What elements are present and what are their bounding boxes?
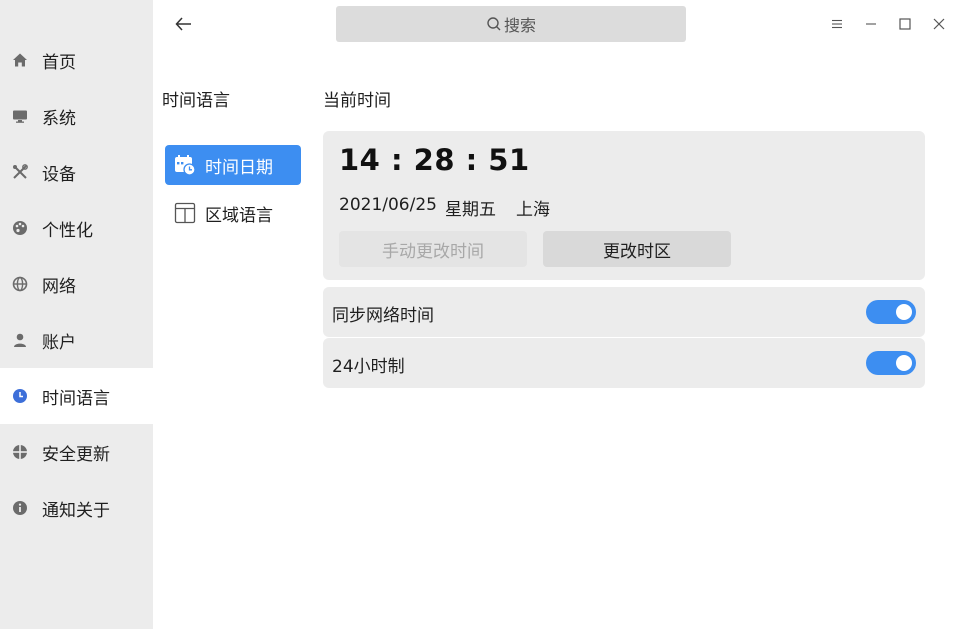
info-icon <box>12 500 28 516</box>
clock-icon <box>12 388 28 404</box>
change-timezone-button[interactable]: 更改时区 <box>543 231 731 267</box>
maximize-button[interactable] <box>895 14 915 34</box>
hamburger-icon <box>832 19 842 29</box>
sidebar-item-label: 系统 <box>42 108 76 129</box>
shield-icon <box>12 444 28 460</box>
toggle-knob <box>896 304 912 320</box>
current-time-card: 14 : 28 : 51 2021/06/25 星期五 上海 手动更改时间 更改… <box>323 131 925 280</box>
region-language-icon <box>174 202 196 224</box>
subnav-item-time-date[interactable]: 时间日期 <box>165 145 301 185</box>
search-icon <box>487 17 501 31</box>
sync-network-time-row: 同步网络时间 <box>323 287 925 337</box>
24-hour-format-toggle[interactable] <box>866 351 916 375</box>
globe-icon <box>12 276 28 292</box>
section-title: 当前时间 <box>323 91 391 111</box>
maximize-icon <box>899 18 911 30</box>
arrow-left-icon <box>175 17 191 31</box>
home-icon <box>12 52 28 68</box>
date-value: 2021/06/25 <box>339 195 437 215</box>
date-row: 2021/06/25 星期五 上海 <box>339 195 558 220</box>
close-button[interactable] <box>929 14 949 34</box>
24-hour-format-row: 24小时制 <box>323 338 925 388</box>
sidebar-item-devices[interactable]: 设备 <box>0 144 153 200</box>
sidebar-item-time-language[interactable]: 时间语言 <box>0 368 153 424</box>
subnav-item-label: 区域语言 <box>205 205 273 226</box>
setting-label: 同步网络时间 <box>332 306 434 326</box>
calendar-clock-icon <box>174 154 196 176</box>
sidebar-item-network[interactable]: 网络 <box>0 256 153 312</box>
minimize-icon <box>866 23 876 25</box>
subnav-title: 时间语言 <box>162 91 230 111</box>
subnav-item-label: 时间日期 <box>205 157 273 178</box>
user-icon <box>12 332 28 348</box>
timezone-city: 上海 <box>515 200 550 220</box>
search-placeholder: 搜索 <box>503 16 536 35</box>
tools-icon <box>12 164 28 180</box>
weekday-value: 星期五 <box>444 200 496 220</box>
sidebar-item-label: 网络 <box>42 276 76 297</box>
sidebar-item-notification-about[interactable]: 通知关于 <box>0 480 153 536</box>
minimize-button[interactable] <box>861 14 881 34</box>
palette-icon <box>12 220 28 236</box>
back-button[interactable] <box>171 12 197 36</box>
sidebar-item-label: 通知关于 <box>42 500 110 521</box>
sidebar-item-label: 个性化 <box>42 220 93 241</box>
sidebar-item-label: 设备 <box>42 164 76 185</box>
clock-display: 14 : 28 : 51 <box>339 143 530 177</box>
toggle-knob <box>896 355 912 371</box>
setting-label: 24小时制 <box>332 357 405 377</box>
sidebar-item-system[interactable]: 系统 <box>0 88 153 144</box>
sidebar-item-security-update[interactable]: 安全更新 <box>0 424 153 480</box>
monitor-icon <box>12 108 28 124</box>
sidebar-item-personalization[interactable]: 个性化 <box>0 200 153 256</box>
sidebar-item-accounts[interactable]: 账户 <box>0 312 153 368</box>
sidebar-item-label: 安全更新 <box>42 444 110 465</box>
manual-change-time-button[interactable]: 手动更改时间 <box>339 231 527 267</box>
sync-network-time-toggle[interactable] <box>866 300 916 324</box>
subnav-item-region-language[interactable]: 区域语言 <box>165 193 301 233</box>
sidebar-item-label: 时间语言 <box>42 388 110 409</box>
close-icon <box>933 18 945 30</box>
sidebar-item-home[interactable]: 首页 <box>0 32 153 88</box>
sidebar-item-label: 首页 <box>42 52 76 73</box>
search-input[interactable]: 搜索 <box>336 6 686 42</box>
menu-button[interactable] <box>827 14 847 34</box>
sidebar-item-label: 账户 <box>42 332 76 353</box>
sidebar: 首页 系统 设备 个性化 网络 账户 时间语言 安全更新 通知关于 <box>0 0 153 629</box>
